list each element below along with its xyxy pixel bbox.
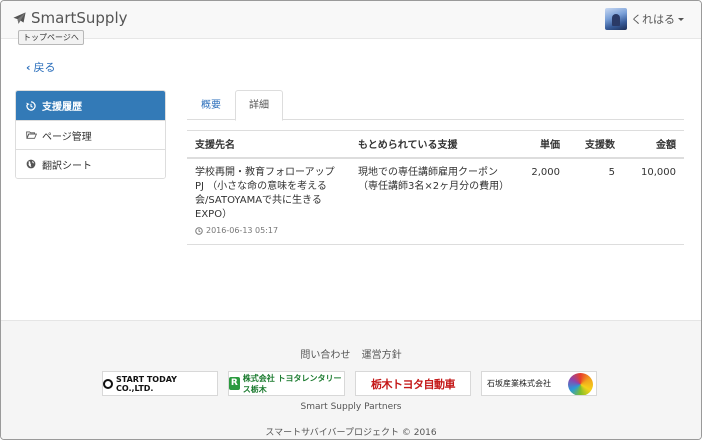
- sidebar-item-label: ページ管理: [42, 131, 92, 143]
- sidebar-item-translation-sheet[interactable]: 翻訳シート: [16, 149, 165, 178]
- column-header-amount: 金額: [623, 130, 684, 159]
- footer-link-contact[interactable]: 問い合わせ: [300, 350, 350, 361]
- sidebar-item-page-management[interactable]: ページ管理: [16, 120, 165, 149]
- partner-logo-tochigi-toyota[interactable]: 栃木トヨタ自動車: [355, 371, 471, 396]
- column-header-count: 支援数: [568, 130, 623, 159]
- color-burst-icon: [568, 373, 593, 395]
- partner-logos: START TODAY CO.,LTD. R 株式会社 トヨタレンタリース栃木 …: [1, 371, 701, 396]
- partner-name: 株式会社 トヨタレンタリース栃木: [242, 373, 342, 394]
- start-today-mark-icon: [103, 378, 113, 389]
- tab-overview[interactable]: 概要: [187, 90, 235, 120]
- chevron-left-icon: ‹: [26, 60, 31, 74]
- cell-support: 現地での専任講師雇用クーポン（専任講師3名×2ヶ月分の費用）: [350, 157, 516, 245]
- cell-count: 5: [568, 157, 623, 245]
- footer-link-policy[interactable]: 運営方針: [362, 350, 402, 361]
- user-menu[interactable]: くれはる: [605, 8, 684, 30]
- timestamp: 2016-06-13 05:17: [195, 224, 342, 238]
- history-icon: [26, 100, 38, 111]
- cell-recipient: 学校再開・教育フォローアップPJ （小さな命の意味を考える会/SATOYAMAで…: [187, 157, 350, 245]
- recipient-name: 学校再開・教育フォローアップPJ （小さな命の意味を考える会/SATOYAMAで…: [195, 166, 335, 220]
- sidebar-item-history[interactable]: 支援履歴: [16, 91, 165, 120]
- partner-name: 栃木トヨタ自動車: [371, 377, 456, 391]
- caret-down-icon: [678, 17, 684, 21]
- sidebar: 支援履歴 ページ管理 翻訳シート: [15, 90, 166, 179]
- rent-lease-mark-icon: R: [229, 377, 240, 390]
- tab-bar: 概要 詳細: [187, 90, 684, 121]
- navbar: SmartSupply くれはる: [1, 1, 701, 39]
- copyright: スマートサバイバープロジェクト © 2016: [265, 428, 437, 438]
- cell-unit-price: 2,000: [516, 157, 568, 245]
- table-header-row: 支援先名 もとめられている支援 単価 支援数 金額: [187, 130, 684, 159]
- support-history-table: 支援先名 もとめられている支援 単価 支援数 金額 学校再開・教育フォローアップ…: [187, 130, 684, 245]
- folder-open-icon: [26, 130, 38, 140]
- sidebar-item-label: 翻訳シート: [42, 160, 92, 172]
- partner-logo-ishizaka[interactable]: 石坂産業株式会社: [481, 371, 597, 396]
- column-header-support: もとめられている支援: [350, 130, 516, 159]
- footer-links: 問い合わせ 運営方針: [1, 346, 701, 361]
- timestamp-value: 2016-06-13 05:17: [206, 225, 279, 235]
- globe-icon: [26, 159, 38, 169]
- back-link-label: 戻る: [33, 61, 56, 74]
- partner-name: 石坂産業株式会社: [487, 379, 551, 388]
- partners-label: Smart Supply Partners: [300, 402, 402, 412]
- column-header-unit-price: 単価: [516, 130, 568, 159]
- cell-amount: 10,000: [623, 157, 684, 245]
- partner-logo-toyota-rent-lease[interactable]: R 株式会社 トヨタレンタリース栃木: [228, 371, 345, 396]
- footer: 問い合わせ 運営方針 START TODAY CO.,LTD. R 株式会社 ト…: [1, 320, 701, 439]
- avatar: [605, 8, 627, 30]
- brand-name: SmartSupply: [31, 9, 128, 27]
- clock-icon: [195, 226, 203, 235]
- user-name: くれはる: [631, 13, 675, 26]
- column-header-recipient: 支援先名: [187, 130, 350, 159]
- tab-details[interactable]: 詳細: [235, 90, 283, 121]
- top-page-button[interactable]: トップページへ: [18, 30, 84, 45]
- sidebar-item-label: 支援履歴: [42, 102, 82, 113]
- brand-link[interactable]: SmartSupply: [13, 9, 128, 27]
- partner-logo-start-today[interactable]: START TODAY CO.,LTD.: [102, 371, 218, 396]
- back-link[interactable]: ‹ 戻る: [26, 59, 56, 75]
- partner-name: START TODAY CO.,LTD.: [115, 374, 177, 393]
- app-window: SmartSupply くれはる トップページへ ‹ 戻る 支援履歴 ページ管理: [0, 0, 702, 440]
- table-row: 学校再開・教育フォローアップPJ （小さな命の意味を考える会/SATOYAMAで…: [187, 157, 684, 245]
- paper-plane-icon: [13, 11, 26, 24]
